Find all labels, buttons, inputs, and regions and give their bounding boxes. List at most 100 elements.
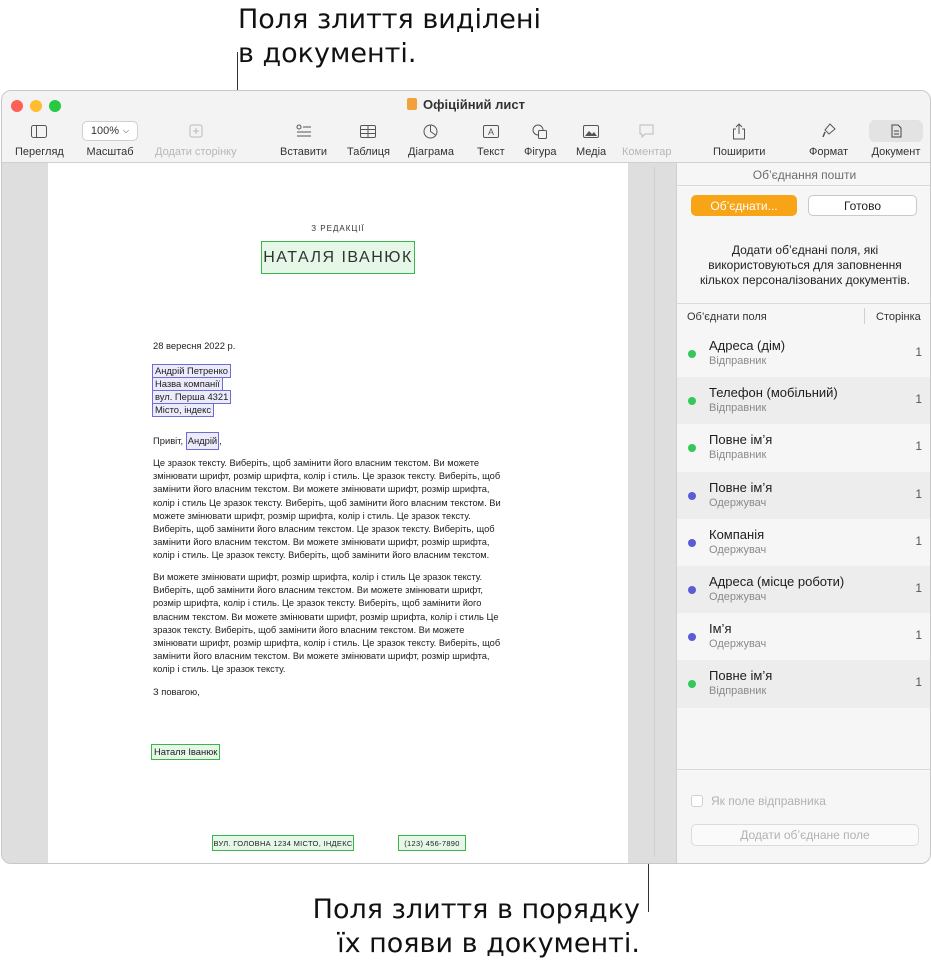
divider [677,303,930,304]
share-label: Поширити [713,146,766,158]
field-type: Одержувач [709,543,767,556]
merge-field-recipient-address-city[interactable]: Місто, індекс [152,403,215,417]
done-button[interactable]: Готово [808,195,917,216]
merge-field-row[interactable]: Телефон (мобільний) Відправник 1 [677,377,930,425]
greeting: Привіт, Андрій, [153,432,222,450]
window-title: Офіційний лист [2,97,930,112]
merge-field-row[interactable]: Адреса (місце роботи) Одержувач 1 [677,565,930,614]
view-button[interactable]: Перегляд [15,121,64,158]
media-button[interactable]: Медіа [576,121,606,158]
insert-label: Вставити [280,146,328,158]
body-line: власним текстом. Ви можете змінювати шри… [153,611,499,622]
chart-label: Діаграма [408,146,454,158]
column-header-page[interactable]: Сторінка [876,311,921,323]
field-color-dot [688,680,696,689]
add-merge-field-button[interactable]: Додати об’єднане поле [691,824,919,846]
divider [677,185,930,186]
merge-field-sender-home-address[interactable]: ВУЛ. ГОЛОВНА 1234 МІСТО, ІНДЕКС [212,835,354,851]
field-color-dot [688,585,696,594]
callout-line: Поля злиття виділені [238,4,541,35]
merge-field-recipient-address[interactable]: вул. Перша 4321 [152,390,232,404]
letterhead-eyebrow: З РЕДАКЦІЇ [311,224,365,233]
callout-line: їх появи в документі. [337,928,640,959]
view-label: Перегляд [15,146,64,158]
pie-chart-icon [423,121,438,141]
sidebar-description: Додати об’єднані поля, які використовуют… [699,243,911,287]
field-type: Одержувач [709,496,767,509]
callout-line: в документі. [238,38,417,69]
body-line: зразок тексту. Виберіть, щоб замінити йо… [153,624,465,635]
field-page: 1 [915,345,922,359]
document-page[interactable]: З РЕДАКЦІЇ НАТАЛЯ ІВАНЮК 28 вересня 2022… [48,163,628,863]
merge-field-sender-full-name-signature[interactable]: Наталя Іванюк [151,744,221,760]
merge-field-row[interactable]: Повне ім’я Відправник 1 [677,660,930,708]
shape-label: Фігура [524,146,557,158]
sender-field-checkbox[interactable] [691,795,703,807]
shape-icon [532,121,548,141]
insert-list-icon [296,121,312,141]
field-color-dot [688,444,696,453]
letter-date: 28 вересня 2022 р. [153,340,236,351]
field-page: 1 [915,580,922,595]
merge-field-row[interactable]: Повне ім’я Відправник 1 [677,424,930,471]
canvas-divider [654,167,655,857]
pages-document-icon [407,98,417,110]
comment-button[interactable]: Коментар [622,121,671,158]
merge-field-row[interactable]: Компанія Одержувач 1 [677,519,930,566]
body-paragraph-2: Ви можете змінювати шрифт, розмір шрифта… [153,571,521,677]
document-canvas[interactable]: З РЕДАКЦІЇ НАТАЛЯ ІВАНЮК 28 вересня 2022… [2,163,676,863]
sender-field-option[interactable]: Як поле відправника [691,794,826,808]
merge-field-row[interactable]: Адреса (дім) Відправник 1 [677,330,930,377]
field-name: Повне ім’я [709,479,773,495]
body-line: розмір шрифта, колір і стиль. Це зразок … [153,598,482,609]
zoom-select[interactable]: 100% ⌵ [82,121,138,141]
plus-square-icon [189,121,203,141]
field-name: Повне ім’я [709,668,773,684]
body-line: замінити його власним текстом. Ви можете… [153,484,490,495]
table-button[interactable]: Таблиця [347,121,390,158]
callout-line: Поля злиття в порядку [312,894,640,925]
divider [677,769,930,770]
text-button[interactable]: A Текст [477,121,505,158]
body-line: Виберіть, щоб замінити його власним текс… [153,524,495,535]
chart-button[interactable]: Діаграма [408,121,454,158]
merge-field-row[interactable]: Ім’я Одержувач 1 [677,613,930,660]
zoom-label: Масштаб [86,146,134,158]
merge-field-sender-full-name[interactable]: НАТАЛЯ ІВАНЮК [261,241,415,274]
paintbrush-icon [821,121,836,141]
field-name: Адреса (місце роботи) [709,573,845,589]
field-page: 1 [915,628,922,643]
greeting-suffix: , [219,435,222,446]
share-button[interactable]: Поширити [713,121,765,158]
zoom-control[interactable]: 100% ⌵ Масштаб [82,121,138,158]
add-page-button[interactable]: Додати сторінку [155,121,237,158]
table-label: Таблиця [347,146,390,158]
callout-field-order: Поля злиття в порядку їх появи в докумен… [313,893,640,961]
body-line: змінювати шрифт, розмір шрифта, колір і … [153,471,501,482]
insert-button[interactable]: Вставити [280,121,327,158]
format-button[interactable]: Формат [809,121,848,158]
merge-button[interactable]: Об’єднати... [691,195,797,216]
window-title-text: Офіційний лист [423,97,525,112]
body-line: замінити його власним текстом. Ви можете… [153,651,490,662]
field-type: Одержувач [709,590,767,603]
document-button[interactable]: Документ [869,120,923,158]
merge-field-sender-mobile-phone[interactable]: (123) 456-7890 [398,835,466,851]
sidebar-icon [31,121,48,141]
share-icon [732,121,746,141]
merge-field-recipient-company[interactable]: Назва компанії [152,377,223,391]
field-name: Компанія [709,526,765,542]
field-name: Адреса (дім) [709,338,786,353]
column-header-fields[interactable]: Об’єднати поля [687,311,767,323]
add-page-label: Додати сторінку [155,146,237,158]
sidebar-title: Об’єднання пошти [752,168,857,182]
chevron-down-icon: ⌵ [123,126,130,135]
shape-button[interactable]: Фігура [524,121,556,158]
body-line: Ви можете змінювати шрифт, розмір шрифта… [153,572,483,582]
merge-field-recipient-first-name[interactable]: Андрій [185,432,220,450]
merge-field-row[interactable]: Повне ім’я Одержувач 1 [677,471,930,519]
photo-icon [583,121,600,141]
merge-field-recipient-full-name[interactable]: Андрій Петренко [152,364,231,378]
text-box-icon: A [482,121,499,141]
pages-window: Офіційний лист Перегляд 100% ⌵ Масштаб До… [1,90,931,864]
